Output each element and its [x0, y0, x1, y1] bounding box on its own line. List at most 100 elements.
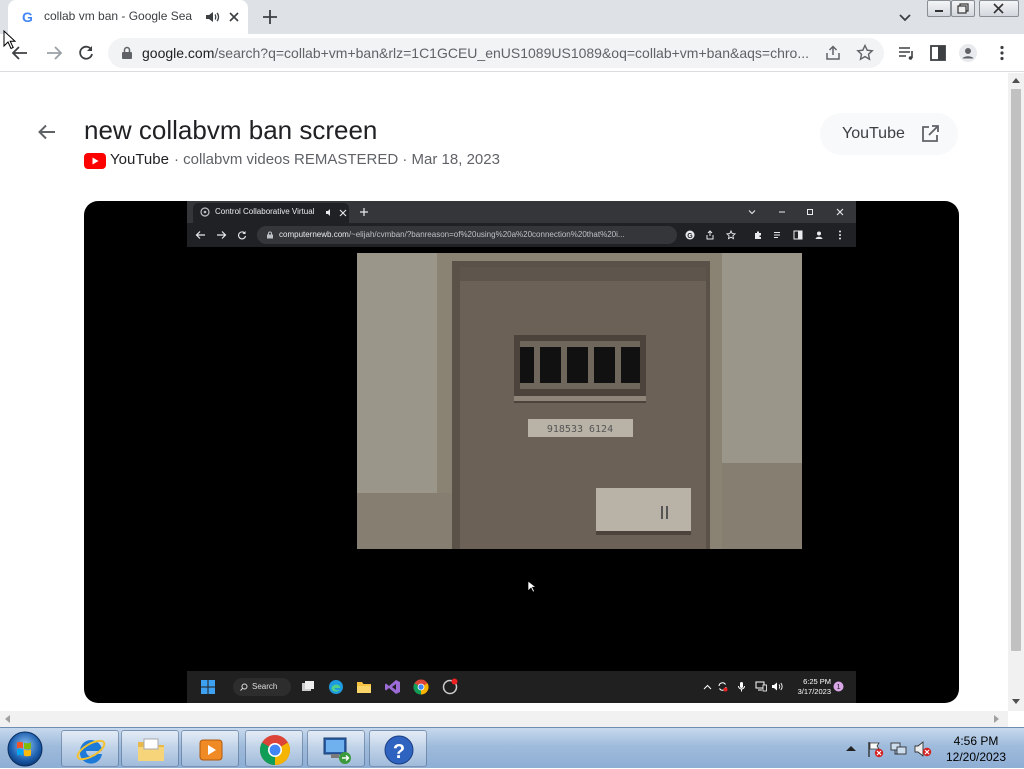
help-icon: ?: [384, 735, 414, 765]
taskbar-help[interactable]: ?: [369, 730, 427, 767]
taskbar-internet-explorer[interactable]: [61, 730, 119, 767]
taskbar-chrome[interactable]: [245, 730, 303, 767]
video-frame-tab: Control Collaborative Virtual: [193, 203, 349, 223]
close-window-button[interactable]: [979, 0, 1019, 17]
scroll-right-icon[interactable]: [994, 715, 1000, 723]
restore-icon: [957, 3, 969, 14]
video-frame-taskbar: Search 6:25 PM 3/17/2023 1: [187, 671, 856, 703]
audio-playing-icon[interactable]: [204, 9, 220, 25]
remote-desktop-icon: [323, 737, 351, 764]
reload-icon[interactable]: [76, 43, 96, 63]
internet-explorer-icon: [76, 739, 106, 764]
google-icon: G: [22, 9, 33, 25]
url-host: google.com: [142, 45, 215, 61]
taskbar-media-player[interactable]: [181, 730, 239, 767]
page-vertical-scrollbar[interactable]: [1008, 73, 1024, 711]
network-icon[interactable]: [890, 740, 908, 758]
close-tab-icon[interactable]: [226, 9, 242, 25]
video-frame-profile-icon: [815, 231, 823, 239]
open-on-youtube-button[interactable]: YouTube: [820, 113, 958, 155]
tab-google-search[interactable]: G collab vm ban - Google Sear: [8, 0, 248, 34]
action-center-flag-icon[interactable]: [866, 740, 884, 758]
video-frame-network-icon: [755, 681, 767, 692]
video-frame-share-icon: [706, 230, 714, 240]
video-frame-screen: Control Collaborative Virtual computerne…: [187, 201, 856, 703]
video-frame-search-icon: [240, 683, 248, 691]
video-frame-maximize-icon: [807, 209, 813, 215]
open-on-youtube-label: YouTube: [842, 125, 905, 142]
more-menu-icon[interactable]: [992, 43, 1012, 63]
bookmark-star-icon[interactable]: [856, 44, 874, 62]
video-channel-date: · collabvm videos REMASTERED · Mar 18, 2…: [174, 151, 500, 168]
share-icon[interactable]: [824, 45, 842, 61]
browser-toolbar: google.com/search?q=collab+vm+ban&rlz=1C…: [0, 34, 1024, 72]
scroll-left-icon[interactable]: [4, 715, 10, 723]
video-frame-url-path: /~elijah/cvmban/?banreason=of%20using%20…: [348, 230, 625, 239]
page-horizontal-scrollbar[interactable]: [0, 711, 1008, 727]
forward-icon[interactable]: [44, 43, 64, 63]
folder-icon: [138, 738, 164, 761]
chevron-down-icon[interactable]: [896, 8, 914, 26]
svg-text:G: G: [687, 233, 693, 240]
taskbar-date: 12/20/2023: [945, 750, 1007, 764]
cell-number-label: 918533 6124: [547, 424, 613, 435]
mouse-cursor-icon: [3, 30, 17, 50]
video-frame-google-icon: G: [685, 230, 695, 240]
url-path: /search?q=collab+vm+ban&rlz=1C1GCEU_enUS…: [214, 45, 809, 61]
video-frame-address-bar: computernewb.com/~elijah/cvmban/?banreas…: [257, 226, 677, 244]
video-frame-mic-icon: [738, 682, 745, 692]
back-arrow-icon[interactable]: [36, 121, 58, 143]
scroll-down-icon[interactable]: [1012, 699, 1020, 705]
show-hidden-icons-icon[interactable]: [846, 744, 856, 752]
video-frame-star-icon: [726, 230, 736, 240]
scroll-up-icon[interactable]: [1012, 77, 1020, 83]
minimize-icon: [935, 10, 943, 12]
video-frame-taskview-icon: [302, 681, 314, 691]
video-frame-favicon-icon: [200, 207, 210, 217]
minimize-button[interactable]: [927, 0, 951, 17]
media-player-icon: [199, 739, 223, 761]
side-panel-icon[interactable]: [928, 43, 948, 63]
video-frame-close-icon: [339, 209, 347, 217]
taskbar-remote-desktop[interactable]: [307, 730, 365, 767]
svg-text:G: G: [22, 9, 33, 25]
vertical-scroll-thumb[interactable]: [1011, 89, 1021, 651]
taskbar-windows-explorer[interactable]: [121, 730, 179, 767]
jail-cell-scene: 918533 6124: [357, 253, 802, 549]
video-frame-newtab-icon: [360, 208, 368, 216]
close-icon: [993, 3, 1004, 14]
video-frame-url: computernewb.com/~elijah/cvmban/?banreas…: [279, 230, 669, 239]
video-frame-recorder-icon: [442, 678, 458, 695]
video-frame-clock: 6:25 PM 3/17/2023: [791, 677, 831, 697]
video-frame-audio-icon: [326, 209, 330, 216]
video-frame-close-window-icon: [836, 208, 844, 216]
media-control-icon[interactable]: [896, 43, 916, 63]
video-frame-chrome-icon: [413, 679, 429, 695]
new-tab-icon[interactable]: [260, 7, 280, 27]
taskbar-clock[interactable]: 4:56 PM 12/20/2023: [934, 733, 1018, 765]
video-frame-back-icon: [195, 231, 205, 239]
video-frame-date: 3/17/2023: [797, 687, 831, 696]
video-frame-notification-icon: 1: [833, 681, 844, 692]
svg-text:1: 1: [837, 684, 841, 691]
chrome-icon: [259, 735, 291, 765]
url-text: google.com/search?q=collab+vm+ban&rlz=1C…: [142, 45, 812, 61]
video-frame-toolbar: computernewb.com/~elijah/cvmban/?banreas…: [187, 223, 856, 247]
video-frame-menu-icon: [839, 230, 841, 240]
video-frame-time: 6:25 PM: [803, 677, 831, 686]
video-player[interactable]: Control Collaborative Virtual computerne…: [84, 201, 959, 703]
address-bar[interactable]: google.com/search?q=collab+vm+ban&rlz=1C…: [108, 38, 884, 68]
volume-muted-icon[interactable]: [914, 740, 932, 758]
restore-button[interactable]: [951, 0, 975, 17]
video-frame-url-host: computernewb.com: [279, 230, 349, 239]
video-frame-sync-icon: [718, 682, 728, 692]
lock-icon[interactable]: [120, 46, 134, 60]
video-frame-volume-icon: [772, 682, 783, 691]
video-source[interactable]: YouTube: [110, 151, 169, 168]
open-external-icon: [922, 125, 939, 142]
start-button[interactable]: [4, 729, 46, 769]
video-frame-minimize-icon: [779, 211, 785, 213]
profile-avatar-icon[interactable]: [958, 43, 978, 63]
video-frame-chevron-icon: [748, 210, 756, 215]
video-frame-tab-strip: Control Collaborative Virtual: [187, 201, 856, 223]
